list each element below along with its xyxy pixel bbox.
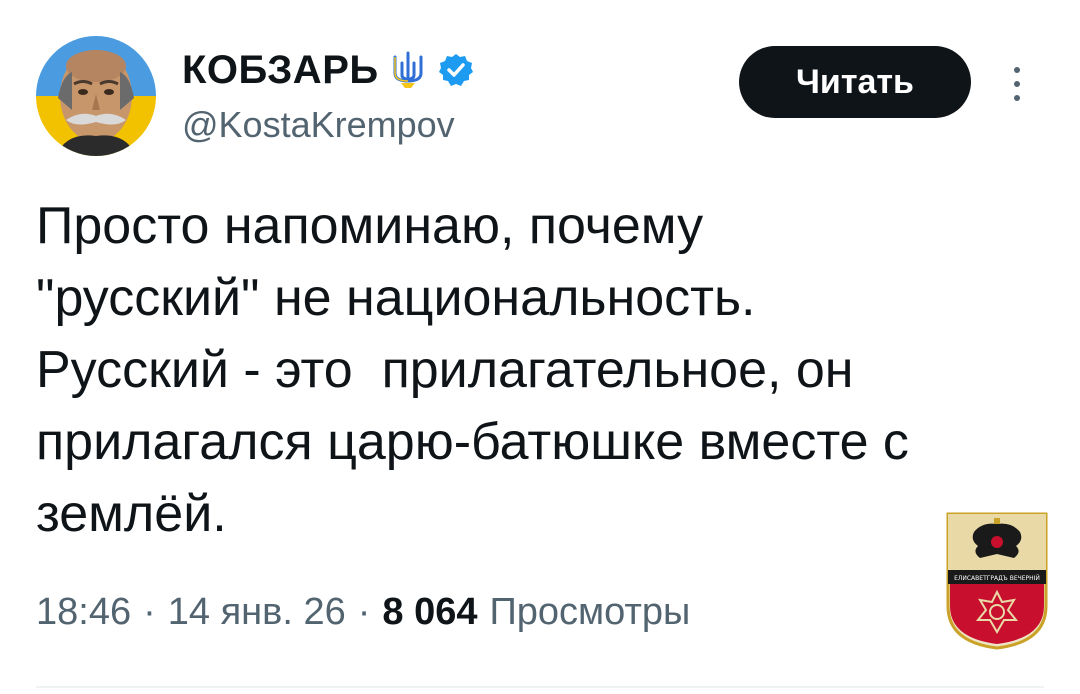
meta-separator: ·: [143, 590, 156, 633]
tweet-date[interactable]: 14 янв. 26: [168, 591, 346, 634]
tweet-text: Просто напоминаю, почему "русский" не на…: [36, 197, 909, 543]
trident-icon: [389, 51, 427, 89]
author-handle[interactable]: @KostaKrempov: [182, 104, 455, 146]
more-options-icon[interactable]: [1004, 62, 1030, 106]
views-count: 8 064: [382, 590, 478, 633]
author-avatar[interactable]: [36, 36, 156, 156]
author-name-row: КОБЗАРЬ: [182, 40, 473, 100]
views-label: Просмотры: [489, 590, 691, 633]
tweet-meta: 18:46 · 14 янв. 26 · 8 064 Просмотры: [36, 584, 690, 640]
emblem-text: ЕЛИСАВЕТГРАДЪ ВЕЧЕРНІЙ: [954, 575, 1040, 582]
city-emblem-watermark: ЕЛИСАВЕТГРАДЪ ВЕЧЕРНІЙ: [942, 510, 1052, 650]
tweet-card: КОБЗАРЬ @KostaKrempov Читать Просто напо…: [0, 0, 1080, 694]
tweet-time[interactable]: 18:46: [36, 591, 131, 634]
verified-badge-icon[interactable]: [438, 53, 473, 87]
tweet-divider: [36, 686, 1044, 688]
meta-separator: ·: [357, 590, 371, 633]
follow-button[interactable]: Читать: [739, 46, 971, 118]
author-display-name[interactable]: КОБЗАРЬ: [182, 48, 379, 93]
